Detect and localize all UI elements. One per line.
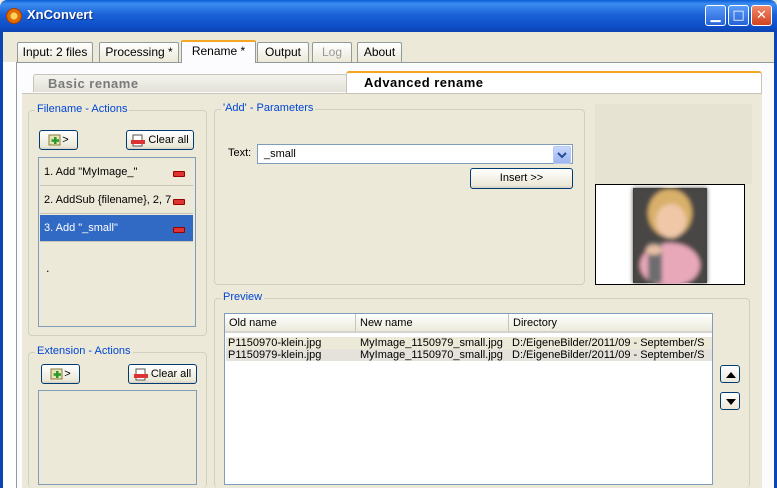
preview-legend: Preview — [221, 291, 265, 303]
thumbnail-backdrop — [595, 104, 752, 184]
column-header-old-name[interactable]: Old name — [225, 314, 356, 333]
remove-icon[interactable] — [173, 171, 185, 177]
clear-icon — [133, 368, 148, 381]
tab-log[interactable]: Log — [312, 42, 352, 62]
move-up-button[interactable] — [720, 365, 740, 383]
subtab-basic-rename[interactable]: Basic rename — [33, 74, 347, 92]
list-trailing-dot: . — [46, 262, 50, 275]
tab-rename[interactable]: Rename * — [181, 40, 256, 63]
text-label: Text: — [228, 147, 252, 159]
title-bar — [0, 0, 777, 32]
tab-processing[interactable]: Processing * — [99, 42, 179, 62]
list-item[interactable]: 3. Add "_small" — [40, 215, 193, 242]
extension-actions-legend: Extension - Actions — [35, 345, 133, 357]
move-down-button[interactable] — [720, 392, 740, 410]
text-combo-input[interactable]: _small — [257, 144, 573, 164]
cell-directory: D:/EigeneBilder/2011/09 - September/S — [512, 337, 705, 349]
cell-new-name: MyImage_1150979_small.jpg — [360, 337, 503, 349]
maximize-button[interactable]: □ — [728, 5, 749, 26]
column-header-new-name[interactable]: New name — [356, 314, 509, 333]
clear-all-extension-button[interactable]: Clear all — [128, 364, 197, 384]
cell-directory: D:/EigeneBilder/2011/09 - September/S — [512, 349, 705, 361]
add-action-icon — [50, 367, 64, 381]
cell-old-name: P1150970-klein.jpg — [228, 337, 322, 349]
remove-icon[interactable] — [173, 227, 185, 233]
subtab-advanced-rename[interactable]: Advanced rename — [346, 71, 762, 93]
add-filename-action-button[interactable]: > — [39, 130, 78, 150]
maximize-icon: □ — [732, 8, 745, 23]
arrow-up-icon — [726, 372, 736, 378]
tab-output[interactable]: Output — [257, 42, 309, 62]
photo-thumbnail-image — [633, 188, 707, 287]
remove-icon[interactable] — [173, 199, 185, 205]
thumbnail-preview — [595, 184, 745, 287]
insert-button[interactable]: Insert >> — [470, 168, 573, 189]
cell-old-name: P1150979-klein.jpg — [228, 349, 322, 361]
preview-table[interactable]: Old name New name Directory P1150970-kle… — [224, 313, 713, 485]
close-icon: ✕ — [756, 8, 767, 23]
add-parameters-legend: 'Add' - Parameters — [221, 102, 316, 114]
tab-input[interactable]: Input: 2 files — [17, 42, 93, 62]
add-extension-action-button[interactable]: > — [41, 364, 80, 384]
close-button[interactable]: ✕ — [751, 5, 772, 26]
minimize-icon: ▁ — [710, 8, 721, 23]
filename-actions-list[interactable]: 1. Add "MyImage_" 2. AddSub {filename}, … — [38, 157, 196, 327]
minimize-button[interactable]: ▁ — [705, 5, 726, 26]
filename-actions-legend: Filename - Actions — [35, 103, 130, 115]
text-combo-value: _small — [264, 148, 296, 160]
list-item[interactable]: 1. Add "MyImage_" — [40, 159, 193, 186]
extension-actions-list[interactable] — [38, 390, 197, 485]
chevron-down-icon[interactable] — [553, 146, 571, 164]
list-item[interactable]: 2. AddSub {filename}, 2, 7 — [40, 187, 193, 214]
arrow-down-icon — [726, 399, 736, 405]
tab-about[interactable]: About — [357, 42, 402, 62]
add-parameters-group: 'Add' - Parameters — [214, 102, 585, 285]
window-title: XnConvert — [27, 7, 93, 22]
add-action-icon — [48, 133, 62, 147]
xnconvert-logo-icon — [6, 8, 22, 24]
clear-all-filename-button[interactable]: Clear all — [126, 130, 194, 150]
clear-icon — [131, 134, 146, 147]
cell-new-name: MyImage_1150970_small.jpg — [360, 349, 503, 361]
column-header-directory[interactable]: Directory — [509, 314, 712, 333]
